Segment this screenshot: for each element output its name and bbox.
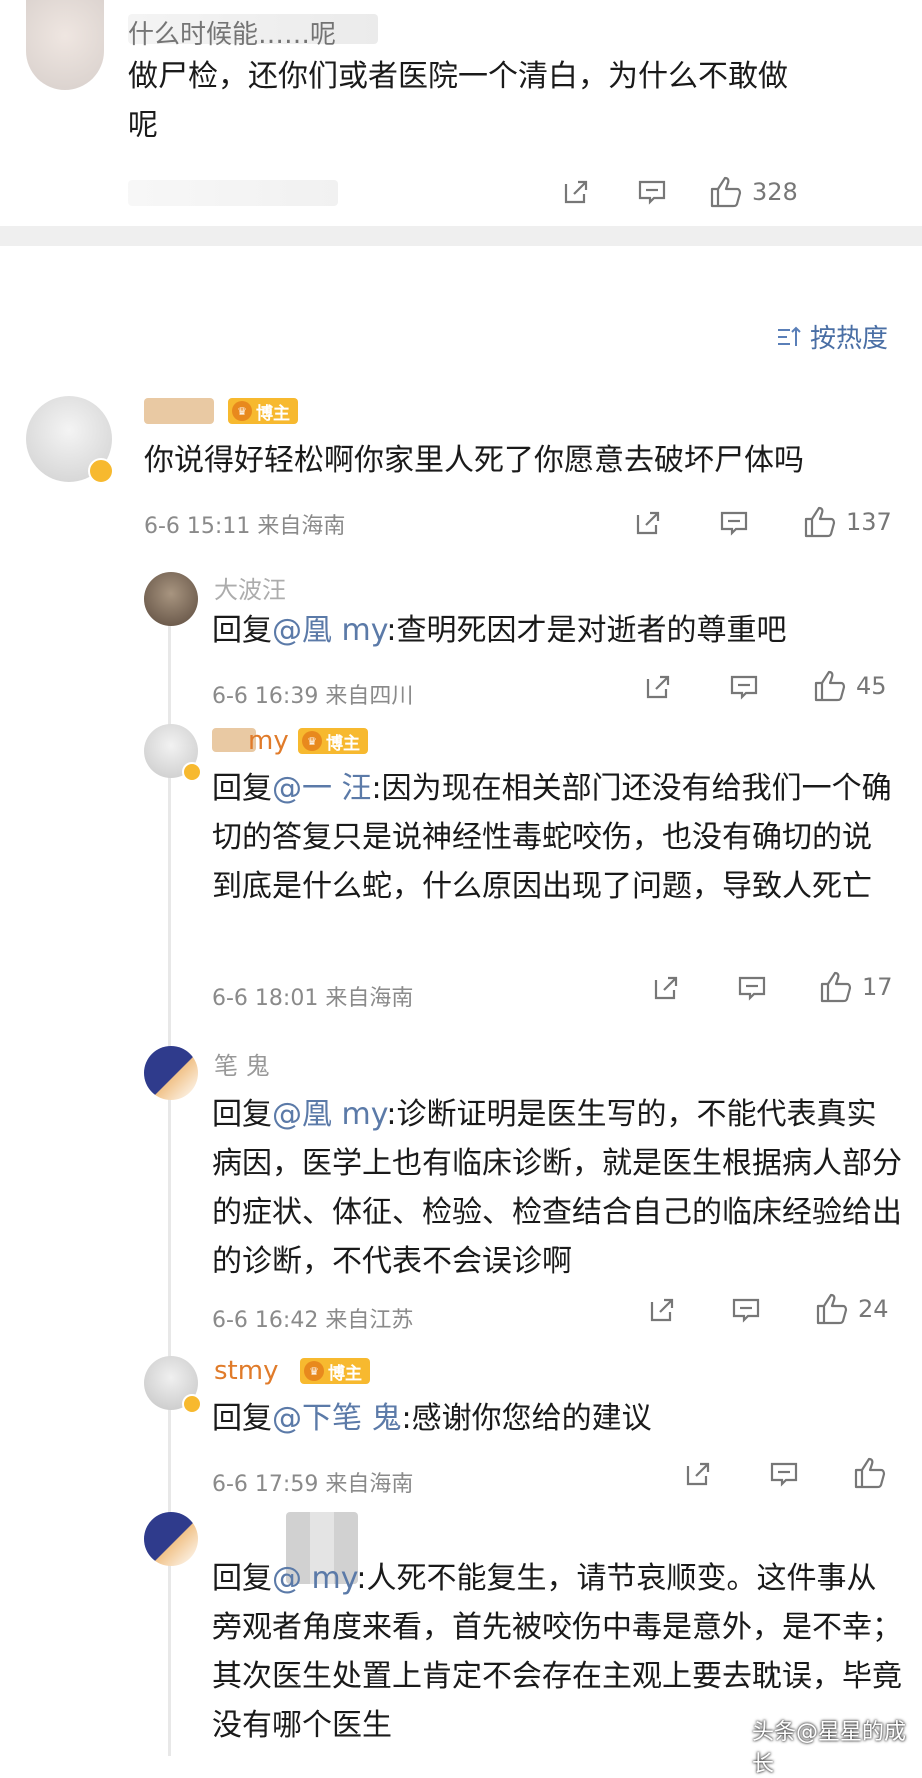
- section-divider: [0, 226, 922, 246]
- comment-text: 你说得好轻松啊你家里人死了你愿意去破坏尸体吗: [144, 443, 804, 478]
- reply-prefix: 回复: [212, 1561, 272, 1596]
- reply-prefix: 回复: [212, 1401, 272, 1436]
- comment-button[interactable]: [636, 176, 668, 208]
- mention-link[interactable]: @下笔 鬼: [272, 1401, 402, 1436]
- reply-text: 回复@凰 my:诊断证明是医生写的，不能代表真实病因，医学上也有临床诊断，就是医…: [212, 1090, 902, 1286]
- comment-text: 做尸检，还你们或者医院一个清白，为什么不敢做呢: [128, 59, 788, 143]
- reply-meta: 6-6 16:39 来自四川: [212, 684, 414, 709]
- share-button[interactable]: [646, 1294, 678, 1326]
- share-icon: [560, 176, 592, 208]
- username-partial[interactable]: my: [248, 726, 289, 756]
- reply-meta: 6-6 16:42 来自江苏: [212, 1308, 414, 1333]
- like-button[interactable]: 45: [812, 668, 887, 704]
- verified-icon: [88, 458, 114, 484]
- watermark: 头条@星星的成长: [752, 1720, 907, 1777]
- username-partial[interactable]: 大波汪: [214, 570, 286, 605]
- comment-icon: [730, 1294, 762, 1326]
- comment-meta: 6-6 15:11 来自海南: [144, 514, 346, 539]
- reply-body: :查明死因才是对逝者的尊重吧: [386, 613, 787, 648]
- share-button[interactable]: [632, 507, 664, 539]
- verified-icon: [182, 762, 202, 782]
- avatar[interactable]: [144, 572, 198, 626]
- like-count: 328: [752, 178, 798, 206]
- comment-button[interactable]: [728, 671, 760, 703]
- like-count: 137: [846, 508, 892, 536]
- comment-button[interactable]: [768, 1458, 800, 1490]
- reply-prefix: 回复: [212, 613, 272, 648]
- avatar[interactable]: [144, 1512, 198, 1566]
- comment-icon: [728, 671, 760, 703]
- mention-link[interactable]: @凰 my: [272, 613, 386, 648]
- crown-icon: ♛: [232, 401, 252, 421]
- like-button[interactable]: 24: [814, 1291, 889, 1327]
- username-partial[interactable]: 什么时候能……呢: [128, 14, 336, 51]
- share-button[interactable]: [650, 972, 682, 1004]
- crown-icon: ♛: [302, 731, 322, 751]
- like-button[interactable]: 328: [708, 174, 798, 210]
- like-count: 24: [858, 1295, 889, 1323]
- sort-button[interactable]: 按热度: [776, 318, 888, 355]
- reply-body: :感谢你您给的建议: [401, 1401, 652, 1436]
- sort-icon: [776, 324, 802, 350]
- reply-prefix: 回复: [212, 771, 272, 806]
- share-icon: [642, 671, 674, 703]
- comment-button[interactable]: [730, 1294, 762, 1326]
- mention-link[interactable]: @ my: [272, 1561, 356, 1596]
- like-count: 45: [856, 672, 887, 700]
- author-badge: ♛ 博主: [228, 398, 298, 424]
- thumbs-up-icon: [852, 1455, 888, 1491]
- like-button[interactable]: 137: [802, 504, 892, 540]
- comment-icon: [768, 1458, 800, 1490]
- comment-button[interactable]: [718, 507, 750, 539]
- avatar[interactable]: [26, 0, 104, 90]
- meta-blurred: [128, 180, 338, 206]
- share-icon: [632, 507, 664, 539]
- reply-meta: 6-6 17:59 来自海南: [212, 1472, 414, 1497]
- comment-button[interactable]: [736, 972, 768, 1004]
- comment-icon: [718, 507, 750, 539]
- like-count: 17: [862, 973, 893, 1001]
- like-button[interactable]: 17: [818, 969, 893, 1005]
- share-icon: [682, 1458, 714, 1490]
- reply-text: 回复@下笔 鬼:感谢你您给的建议: [212, 1394, 902, 1443]
- thumbs-up-icon: [818, 969, 854, 1005]
- thumbs-up-icon: [812, 668, 848, 704]
- share-button[interactable]: [682, 1458, 714, 1490]
- comment-icon: [636, 176, 668, 208]
- sort-label: 按热度: [810, 324, 889, 354]
- mention-link[interactable]: @凰 my: [272, 1097, 386, 1132]
- avatar[interactable]: [144, 1046, 198, 1100]
- reply-prefix: 回复: [212, 1097, 272, 1132]
- reply-meta: 6-6 18:01 来自海南: [212, 986, 414, 1011]
- share-button[interactable]: [642, 671, 674, 703]
- verified-icon: [182, 1394, 202, 1414]
- crown-icon: ♛: [304, 1361, 324, 1381]
- comment-icon: [736, 972, 768, 1004]
- share-icon: [650, 972, 682, 1004]
- thumbs-up-icon: [802, 504, 838, 540]
- like-button[interactable]: [852, 1455, 888, 1491]
- author-badge: ♛ 博主: [300, 1358, 370, 1384]
- thumbs-up-icon: [814, 1291, 850, 1327]
- reply-text: 回复@一 汪:因为现在相关部门还没有给我们一个确切的答复只是说神经性毒蛇咬伤，也…: [212, 764, 892, 911]
- thumbs-up-icon: [708, 174, 744, 210]
- username-partial[interactable]: 笔 鬼: [214, 1046, 270, 1081]
- author-badge: ♛ 博主: [298, 728, 368, 754]
- username-partial[interactable]: stmy: [214, 1356, 278, 1386]
- reply-text: 回复@凰 my:查明死因才是对逝者的尊重吧: [212, 606, 902, 655]
- mention-link[interactable]: @一 汪: [272, 771, 372, 806]
- username-blurred[interactable]: [144, 398, 214, 424]
- share-button[interactable]: [560, 176, 592, 208]
- share-icon: [646, 1294, 678, 1326]
